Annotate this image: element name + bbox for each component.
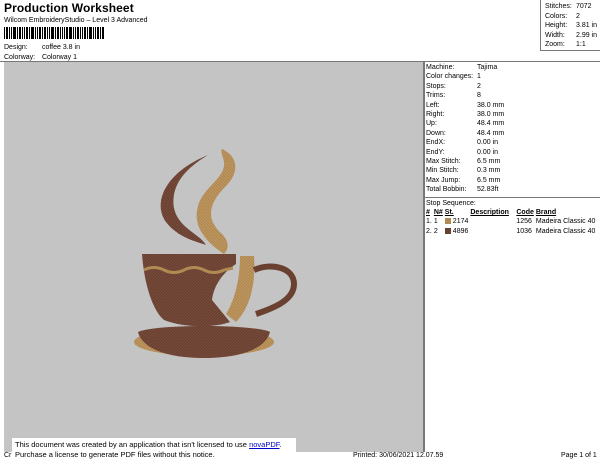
table-row: 1. 1 2174 1256 Madeira Classic 40 bbox=[426, 218, 596, 225]
machine-row: Machine: Tajima bbox=[426, 64, 498, 71]
design-stats: Stitches: 7072 Colors: 2 Height: 3.81 in Wi… bbox=[540, 0, 600, 51]
colorway-row: Colorway: Colorway 1 bbox=[4, 54, 77, 61]
cup-handle bbox=[252, 263, 298, 317]
up-row: Up: 48.4 mm bbox=[426, 120, 505, 128]
stat-zoom: Zoom: 1:1 bbox=[545, 41, 586, 49]
machine-info-panel: Machine: Tajima Color changes: 1 Stops: 2 T… bbox=[424, 62, 600, 452]
table-row: 2. 2 4896 1036 Madeira Classic 40 bbox=[426, 228, 596, 235]
col-num: # bbox=[426, 209, 430, 216]
printed-timestamp: Printed: 30/06/2021 12.07.59 bbox=[353, 452, 444, 459]
total-bobbin-row: Total Bobbin: 52.83ft bbox=[426, 186, 499, 194]
thread-swatch bbox=[444, 218, 451, 224]
thread-swatch bbox=[444, 228, 451, 234]
stop-sequence-title: Stop Sequence: bbox=[426, 200, 476, 207]
page-number: Page 1 of 1 bbox=[561, 452, 597, 459]
col-st: St. bbox=[444, 209, 454, 216]
notice-line-2: Purchase a license to generate PDF files… bbox=[15, 450, 215, 459]
trims-row: Trims: 8 bbox=[426, 92, 481, 100]
table-header-row: # N# St. Description Code Brand bbox=[426, 208, 597, 217]
machine-settings: Machine: Tajima Color changes: 1 Stops: 2 T… bbox=[425, 62, 600, 198]
notice-line-1: This document was created by an applicat… bbox=[15, 440, 282, 449]
col-description: Description bbox=[470, 209, 509, 216]
saucer-body bbox=[138, 326, 270, 358]
stat-stitches: Stitches: 7072 bbox=[545, 3, 592, 10]
software-name: Wilcom EmbroideryStudio – Level 3 Advanc… bbox=[4, 17, 148, 24]
design-row: Design: coffee 3.8 in bbox=[4, 44, 80, 51]
design-label: Design: bbox=[4, 44, 28, 51]
license-notice: This document was created by an applicat… bbox=[12, 438, 296, 462]
colorway-label: Colorway: bbox=[4, 54, 36, 61]
worksheet-title: Production Worksheet bbox=[4, 1, 134, 15]
worksheet-header: Production Worksheet Wilcom EmbroiderySt… bbox=[0, 0, 600, 62]
stat-width: Width: 2.99 in bbox=[545, 31, 598, 39]
max-stitch-row: Max Stitch: 6.5 mm bbox=[426, 158, 501, 166]
colorway-value: Colorway 1 bbox=[41, 54, 77, 61]
barcode bbox=[4, 27, 116, 39]
max-jump-row: Max Jump: 6.5 mm bbox=[426, 176, 501, 184]
down-row: Down: 48.4 mm bbox=[426, 129, 505, 137]
col-code: Code bbox=[516, 209, 534, 216]
novapdf-link[interactable]: novaPDF bbox=[249, 440, 279, 449]
design-preview bbox=[4, 62, 424, 452]
min-stitch-row: Min Stitch: 0.3 mm bbox=[426, 167, 501, 175]
cup-body bbox=[142, 254, 236, 327]
design-value: coffee 3.8 in bbox=[41, 44, 80, 51]
steam-gold bbox=[196, 149, 236, 254]
stat-colors: Colors: 2 bbox=[545, 12, 580, 20]
color-changes-row: Color changes: 1 bbox=[426, 73, 481, 81]
col-n: N# bbox=[433, 209, 443, 216]
col-brand: Brand bbox=[535, 209, 557, 216]
endy-row: EndY: 0.00 in bbox=[426, 148, 499, 156]
coffee-cup-embroidery bbox=[134, 149, 298, 358]
left-row: Left: 38.0 mm bbox=[426, 101, 505, 109]
endx-row: EndX: 0.00 in bbox=[426, 139, 499, 147]
stat-height: Height: 3.81 in bbox=[545, 22, 598, 30]
right-row: Right: 38.0 mm bbox=[426, 111, 505, 119]
stops-row: Stops: 2 bbox=[426, 82, 481, 90]
stop-sequence-table: # N# St. Description Code Brand 1. 1 217… bbox=[426, 208, 597, 237]
footer-left-text: Cr bbox=[4, 452, 12, 459]
